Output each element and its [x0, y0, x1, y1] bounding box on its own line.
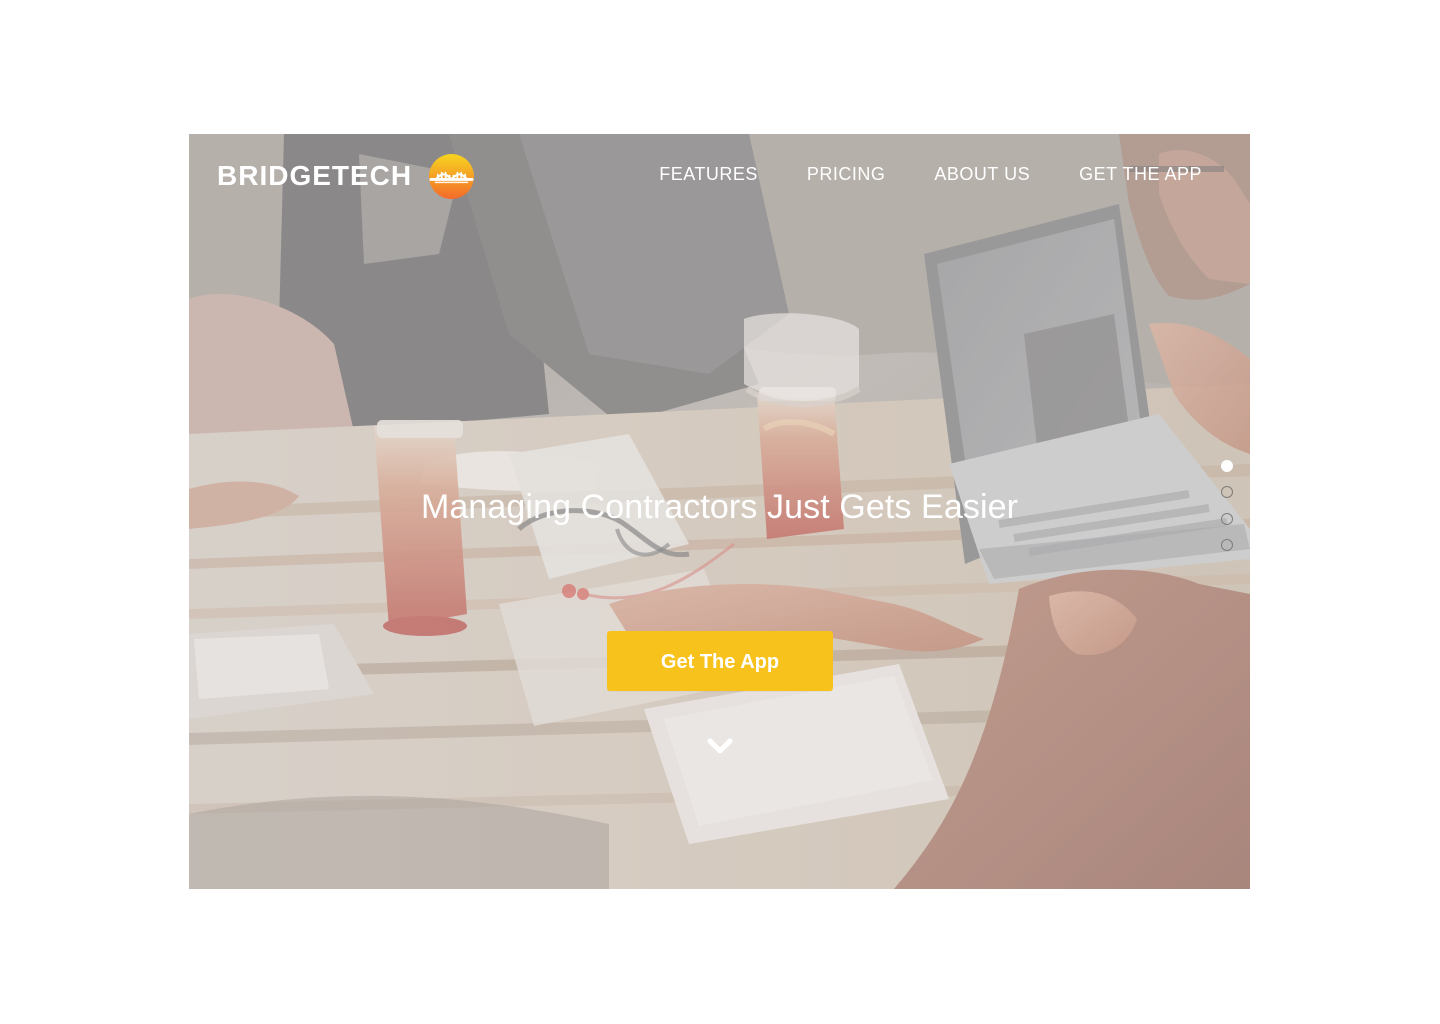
brand-name[interactable]: BRIDGETECH — [217, 162, 412, 190]
nav-item-get-the-app[interactable]: GET THE APP — [1079, 163, 1202, 185]
get-the-app-button[interactable]: Get The App — [607, 631, 833, 691]
slide-dot-4[interactable] — [1221, 539, 1233, 551]
hero-banner: BRIDGETECH FEATURES PRICING ABOUT US GET… — [189, 134, 1250, 889]
main-navigation: FEATURES PRICING ABOUT US GET THE APP — [659, 163, 1202, 185]
nav-item-features[interactable]: FEATURES — [659, 163, 758, 185]
slide-dot-3[interactable] — [1221, 513, 1233, 525]
nav-item-about-us[interactable]: ABOUT US — [934, 163, 1030, 185]
brand-header[interactable]: BRIDGETECH — [217, 152, 475, 200]
chevron-down-icon[interactable] — [705, 734, 735, 758]
slide-dot-1[interactable] — [1221, 460, 1233, 472]
hero-headline: Managing Contractors Just Gets Easier — [420, 488, 1019, 526]
nav-item-pricing[interactable]: PRICING — [807, 163, 886, 185]
bridge-icon[interactable] — [428, 153, 475, 200]
slide-dot-2[interactable] — [1221, 486, 1233, 498]
slide-pagination — [1221, 460, 1235, 551]
